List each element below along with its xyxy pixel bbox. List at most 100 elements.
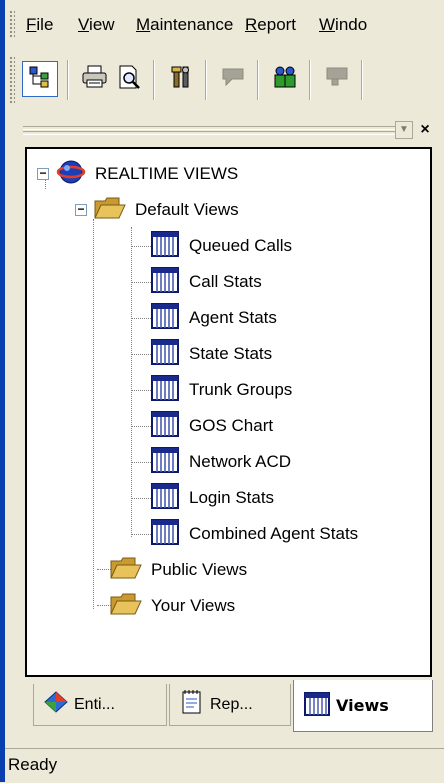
menu-view[interactable]: View [78,14,115,36]
menu-window[interactable]: Windo [319,14,367,36]
views-grid-icon [304,691,330,720]
tree-connector [131,498,151,499]
tree-connector [131,354,151,355]
toolbar-separator [361,60,363,100]
folder-open-icon [93,195,127,226]
tree-node-label: Agent Stats [189,308,277,327]
report-notepad-icon [180,689,204,720]
tree-connector [131,318,151,319]
tree-connector [93,219,94,609]
tree-connector [131,462,151,463]
toolbar-grip-handle[interactable] [9,56,15,104]
tab-label: Enti... [74,695,115,713]
tree-node-default-views[interactable]: − Default Views [75,195,239,225]
tree-node-public-views[interactable]: Public Views [109,555,247,585]
tree-node-label: Combined Agent Stats [189,524,359,543]
folder-icon [109,591,143,622]
view-grid-icon [151,230,179,262]
collapse-toggle[interactable]: − [75,203,87,216]
pane-dropdown-button[interactable]: ▼ [395,121,413,139]
toolbar-separator [257,60,259,100]
tree-node-label: Login Stats [189,488,275,507]
tree-node-view-item[interactable]: Combined Agent Stats [151,518,359,550]
tab-reports[interactable]: Rep... [169,684,291,726]
status-bar: Ready [5,748,444,783]
pane-close-button[interactable]: × [416,121,434,139]
tools-icon [168,64,194,95]
printer-icon [81,64,109,95]
tree-node-label: Trunk Groups [189,380,293,399]
tree-node-label: State Stats [189,344,273,363]
close-icon: × [420,121,430,138]
tree-connector [131,390,151,391]
tools-button[interactable] [163,61,199,97]
tree-node-your-views[interactable]: Your Views [109,591,235,621]
pane-grip-line[interactable] [23,131,403,135]
chat-button[interactable] [319,61,355,97]
tree-node-view-item[interactable]: Trunk Groups [151,374,293,406]
chat-icon [324,64,350,95]
tab-label: Views [336,696,389,715]
tree-node-label: Network ACD [189,452,292,471]
menu-file[interactable]: File [26,14,53,36]
tree-node-view-item[interactable]: Network ACD [151,446,292,478]
toolbar-separator [67,60,69,100]
toolbar [5,48,444,114]
tree-node-label: GOS Chart [189,416,274,435]
view-grid-icon [151,482,179,514]
tree-node-view-item[interactable]: Login Stats [151,482,275,514]
tree-connector [131,246,151,247]
pane-tab-bar: Enti... Rep... Views [19,680,444,742]
message-icon [220,64,246,95]
print-preview-button[interactable] [111,61,147,97]
collapse-toggle[interactable]: − [37,167,49,180]
tree-node-view-item[interactable]: GOS Chart [151,410,274,442]
tab-label: Rep... [210,695,253,713]
status-text: Ready [8,755,58,774]
tree-node-view-item[interactable]: Agent Stats [151,302,277,334]
tree-view-button[interactable] [22,61,58,97]
folder-icon [109,555,143,586]
menu-maintenance[interactable]: Maintenance [136,14,233,36]
menu-bar: File View Maintenance Report Windo [5,0,444,46]
realtime-globe-icon [55,157,87,192]
tree-node-label: Call Stats [189,272,262,291]
view-grid-icon [151,374,179,406]
tree-node-label: REALTIME VIEWS [95,164,239,183]
views-tree: − REALTIME VIEWS − Default Views Queued … [25,147,432,677]
users-button[interactable] [267,61,303,97]
view-grid-icon [151,410,179,442]
tree-connector [131,227,132,537]
view-grid-icon [151,518,179,550]
tree-connector [131,426,151,427]
window-left-border [0,0,5,782]
tree-connector [131,534,151,535]
users-icon [271,64,299,95]
menu-report[interactable]: Report [245,14,296,36]
toolbar-separator [153,60,155,100]
view-grid-icon [151,302,179,334]
pane-grip-line[interactable] [23,126,403,130]
tree-node-view-item[interactable]: Queued Calls [151,230,293,262]
tree-node-label: Queued Calls [189,236,293,255]
toolbar-separator [309,60,311,100]
tab-entities[interactable]: Enti... [33,684,167,726]
tree-node-view-item[interactable]: Call Stats [151,266,262,298]
tree-node-label: Public Views [151,560,248,579]
tree-node-view-item[interactable]: State Stats [151,338,273,370]
views-pane-header: ▼ × [19,120,444,142]
toolbar-separator [205,60,207,100]
menu-grip-handle[interactable] [9,10,15,38]
print-button[interactable] [77,61,113,97]
message-button[interactable] [215,61,251,97]
tree-node-label: Default Views [135,200,239,219]
tree-node-realtime-views[interactable]: − REALTIME VIEWS [37,159,238,189]
tab-views[interactable]: Views [293,680,433,732]
view-grid-icon [151,446,179,478]
print-preview-icon [116,64,142,95]
view-grid-icon [151,338,179,370]
tree-connector [131,282,151,283]
entity-diamond-icon [44,691,68,718]
view-grid-icon [151,266,179,298]
tree-view-icon [27,64,53,95]
